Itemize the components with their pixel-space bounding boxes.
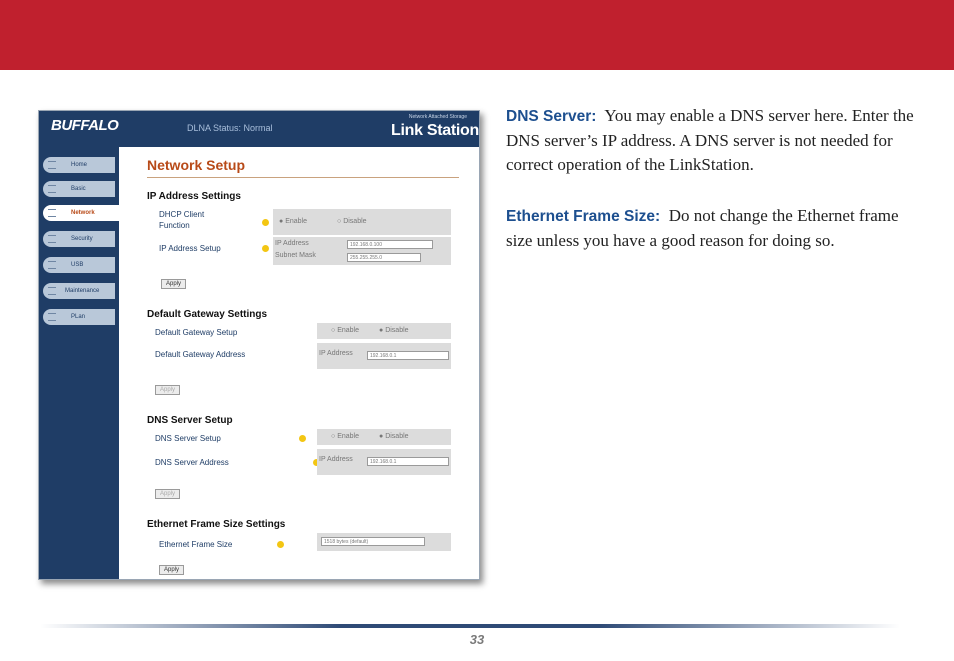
nav-basic[interactable]: Basic: [43, 181, 115, 197]
gateway-heading: Default Gateway Settings: [147, 309, 268, 320]
network-setup-title: Network Setup: [147, 157, 246, 173]
dns-apply-button[interactable]: Apply: [155, 489, 181, 499]
dhcp-disable-radio[interactable]: ○ Disable: [337, 217, 367, 227]
dhcp-label: DHCP Client Function: [159, 210, 205, 230]
footer-rule: [40, 624, 900, 628]
page-number: 33: [469, 632, 485, 647]
help-icon[interactable]: [277, 541, 284, 548]
gateway-disable-radio[interactable]: ● Disable: [379, 326, 409, 336]
menu-icon: [48, 261, 56, 269]
menu-icon: [48, 185, 56, 193]
ip-settings-heading: IP Address Settings: [147, 191, 241, 202]
ip-address-input[interactable]: 192.168.0.100: [347, 240, 433, 249]
ethernet-term: Ethernet Frame Size:: [506, 208, 661, 225]
linkstation-logo: Link Station: [391, 122, 479, 139]
gateway-ip-input[interactable]: 192.168.0.1: [367, 351, 449, 360]
help-icon[interactable]: [262, 245, 269, 252]
menu-icon: [48, 209, 56, 217]
nav-plan[interactable]: PLan: [43, 309, 115, 325]
screenshot-header: BUFFALO DLNA Status: Normal Network Atta…: [39, 111, 479, 147]
nav-sidebar: Home Basic Network Security USB Maintena…: [39, 147, 119, 579]
menu-icon: [48, 313, 56, 321]
linkstation-screenshot: BUFFALO DLNA Status: Normal Network Atta…: [38, 110, 480, 580]
nav-network[interactable]: Network: [43, 205, 119, 221]
ethernet-heading: Ethernet Frame Size Settings: [147, 519, 286, 530]
dhcp-options: ● Enable ○ Disable: [273, 209, 451, 235]
dhcp-enable-radio[interactable]: ● Enable: [279, 217, 307, 227]
dns-disable-radio[interactable]: ● Disable: [379, 432, 409, 442]
help-icon[interactable]: [262, 219, 269, 226]
buffalo-logo: BUFFALO: [51, 117, 119, 134]
dns-address-label: DNS Server Address: [155, 458, 229, 467]
gateway-setup-options: ○ Enable ● Disable: [317, 323, 451, 339]
nav-usb[interactable]: USB: [43, 257, 115, 273]
ip-apply-button[interactable]: Apply: [161, 279, 187, 289]
dns-heading: DNS Server Setup: [147, 415, 233, 426]
dlna-status: DLNA Status: Normal: [187, 123, 273, 133]
top-color-bar: [0, 0, 954, 70]
title-rule: [147, 177, 459, 178]
settings-content: Network Setup IP Address Settings DHCP C…: [119, 147, 479, 579]
menu-icon: [48, 161, 56, 169]
dns-enable-radio[interactable]: ○ Enable: [331, 432, 359, 442]
ethernet-frame-select[interactable]: 1518 bytes (default): [321, 537, 425, 546]
ethernet-frame-label: Ethernet Frame Size: [159, 540, 233, 549]
nav-maintenance[interactable]: Maintenance: [43, 283, 115, 299]
ethernet-description: Ethernet Frame Size: Do not change the E…: [506, 204, 926, 253]
gateway-address-label: Default Gateway Address: [155, 350, 246, 359]
gateway-apply-button[interactable]: Apply: [155, 385, 181, 395]
dns-ip-input[interactable]: 192.168.0.1: [367, 457, 449, 466]
menu-icon: [48, 235, 56, 243]
dns-description: DNS Server: You may enable a DNS server …: [506, 104, 926, 177]
help-icon[interactable]: [299, 435, 306, 442]
subnet-mask-select[interactable]: 255.255.255.0: [347, 253, 421, 262]
nav-security[interactable]: Security: [43, 231, 115, 247]
nav-home[interactable]: Home: [43, 157, 115, 173]
gateway-enable-radio[interactable]: ○ Enable: [331, 326, 359, 336]
product-tagline: Network Attached Storage: [408, 114, 467, 120]
ip-setup-label: IP Address Setup: [159, 244, 221, 253]
menu-icon: [48, 287, 56, 295]
dns-setup-options: ○ Enable ● Disable: [317, 429, 451, 445]
ethernet-apply-button[interactable]: Apply: [159, 565, 185, 575]
dns-term: DNS Server:: [506, 108, 597, 125]
gateway-setup-label: Default Gateway Setup: [155, 328, 238, 337]
dns-setup-label: DNS Server Setup: [155, 434, 221, 443]
